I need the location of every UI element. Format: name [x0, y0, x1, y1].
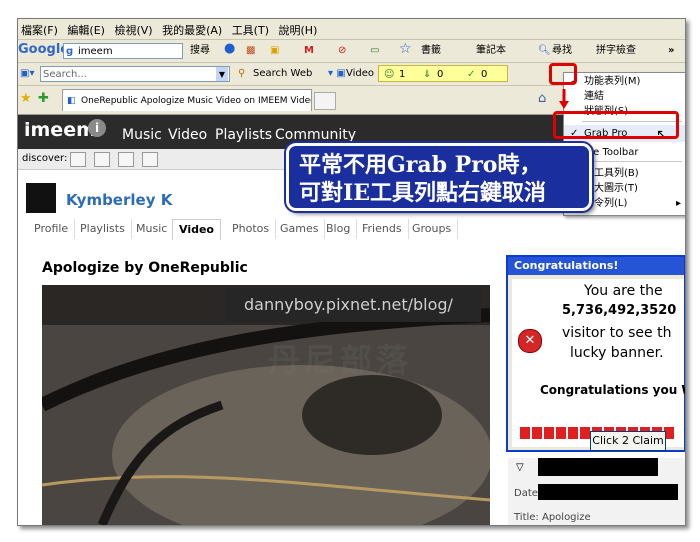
banner-title: Congratulations!: [508, 257, 684, 275]
collapse-arrow-icon[interactable]: ▽: [516, 462, 524, 473]
imeem-counters: ☺ 1 ⇓ 0 ✓ 0: [378, 65, 508, 82]
nav-video[interactable]: Video: [168, 127, 207, 143]
imeem-logo[interactable]: imeem: [24, 119, 96, 141]
tab-friends[interactable]: Friends: [356, 219, 409, 239]
tab-video[interactable]: Video: [172, 219, 221, 240]
page-icon: ◧: [67, 96, 76, 106]
menu-tools[interactable]: 工具(T): [232, 19, 275, 38]
block-icon[interactable]: ⊘: [338, 43, 346, 59]
banner-line1: You are the: [584, 283, 663, 299]
video-icon: ▾ ▣: [328, 68, 346, 79]
notebook-button[interactable]: 筆記本: [476, 43, 506, 59]
download-icon: ⇓: [423, 69, 432, 80]
highlight-grab-pro: [553, 111, 679, 139]
google-search-input[interactable]: g imeem: [63, 43, 183, 59]
tab-playlists[interactable]: Playlists: [74, 219, 132, 239]
tab-profile[interactable]: Profile: [28, 219, 76, 239]
imeem-toolbar-icon[interactable]: ▣▾: [20, 66, 34, 82]
pointer-arrow: [559, 89, 569, 109]
profile-name[interactable]: Kymberley K: [66, 191, 172, 209]
star-icon[interactable]: ☆: [399, 41, 412, 57]
favorites-star-icon[interactable]: ★: [20, 91, 32, 107]
banner-line4: Congratulations you W: [540, 383, 686, 397]
date-label: Date: [514, 488, 538, 499]
discover-people-icon[interactable]: [118, 152, 134, 167]
google-search-value: imeem: [78, 46, 113, 57]
check-count[interactable]: 0: [481, 66, 487, 83]
google-g-icon: g: [66, 46, 74, 57]
banner-line3: lucky banner.: [570, 345, 664, 361]
video-info-panel: ▽ Date Title: Apologize: [508, 458, 685, 525]
tab-imeem-video[interactable]: ◧ OneRepublic Apologize Music Video on I…: [62, 89, 312, 111]
claim-button[interactable]: Click 2 Claim: [590, 431, 666, 451]
menu-view[interactable]: 檢視(V): [114, 19, 158, 38]
browser-window: 檔案(F) 編輯(E) 檢視(V) 我的最愛(A) 工具(T) 說明(H) Go…: [17, 18, 686, 526]
search-web-button[interactable]: Search Web: [253, 66, 312, 82]
banner-body: ✕ You are the 5,736,492,3520 visitor to …: [512, 279, 686, 447]
submenu-arrow-icon: ▸: [676, 198, 682, 209]
spellcheck-button[interactable]: 拼字檢查: [596, 43, 636, 59]
banner-number: 5,736,492,3520: [562, 303, 677, 318]
info-icon[interactable]: i: [88, 119, 106, 137]
tab-games[interactable]: Games: [274, 219, 326, 239]
blog-watermark: 丹尼部落: [268, 341, 413, 379]
menu-favorites[interactable]: 我的最愛(A): [162, 19, 228, 38]
redacted-title: [538, 458, 658, 476]
check-icon: ✓: [467, 69, 476, 80]
blog-url-stamp: dannyboy.pixnet.net/blog/: [226, 288, 481, 322]
tab-groups[interactable]: Groups: [406, 219, 459, 239]
video-title: Apologize by OneRepublic: [42, 260, 248, 276]
dropdown-arrow-icon[interactable]: ▼: [216, 67, 228, 81]
video-button[interactable]: Video: [346, 66, 374, 82]
people-icon: ☺: [384, 69, 395, 80]
new-tab-button[interactable]: [314, 92, 336, 110]
autofill-icon[interactable]: ▭: [370, 43, 379, 59]
imeem-search-input[interactable]: Search... ▼: [40, 66, 230, 82]
google-logo: Google: [18, 42, 70, 57]
globe-icon[interactable]: ●: [224, 41, 235, 57]
nav-playlists[interactable]: Playlists: [215, 127, 272, 143]
callout-line2: 可對IE工具列點右鍵取消: [299, 180, 547, 206]
gmail-icon[interactable]: M: [304, 43, 314, 59]
google-toolbar: Google g imeem 搜尋 ● ▩ ▣ M ⊘ ▭ ☆ 書籤 筆記本 🔍…: [18, 40, 685, 63]
menu-bar: 檔案(F) 編輯(E) 檢視(V) 我的最愛(A) 工具(T) 說明(H): [18, 19, 685, 40]
highlight-toolbar-spot: [549, 63, 577, 85]
redacted-date: [538, 484, 678, 500]
annotation-callout: 平常不用Grab Pro時， 可對IE工具列點右鍵取消: [284, 141, 594, 213]
discover-music-icon[interactable]: [70, 152, 86, 167]
imeem-search-placeholder: Search...: [43, 69, 87, 80]
find-button[interactable]: 尋找: [552, 43, 572, 59]
pagerank-icon[interactable]: ▩: [246, 43, 255, 59]
find-icon: 🔍︎: [538, 45, 551, 56]
tab-title: OneRepublic Apologize Music Video on IME…: [81, 96, 312, 106]
error-x-icon[interactable]: ✕: [518, 329, 542, 353]
discover-label: discover:: [22, 153, 68, 164]
popup-blocker-icon[interactable]: ▣: [270, 43, 279, 59]
nav-music[interactable]: Music: [122, 127, 162, 143]
avatar[interactable]: [26, 183, 56, 213]
congrats-banner[interactable]: Congratulations! ✕ You are the 5,736,492…: [506, 255, 686, 452]
tab-photos[interactable]: Photos: [226, 219, 277, 239]
menu-edit[interactable]: 編輯(E): [67, 19, 111, 38]
tab-music[interactable]: Music: [130, 219, 175, 239]
add-favorites-icon[interactable]: ✚: [38, 91, 49, 107]
tab-blog[interactable]: Blog: [320, 219, 358, 239]
callout-line1: 平常不用Grab Pro時，: [299, 152, 542, 178]
home-icon[interactable]: ⌂: [538, 91, 546, 107]
discover-photo-icon[interactable]: [94, 152, 110, 167]
more-chevron-icon[interactable]: »: [668, 43, 674, 59]
download-count[interactable]: 0: [437, 66, 443, 83]
menu-help[interactable]: 說明(H): [279, 19, 324, 38]
ctx-separator: [582, 161, 682, 162]
banner-line2: visitor to see th: [562, 325, 672, 341]
bookmarks-button[interactable]: 書籤: [421, 43, 441, 59]
search-web-icon: ⚲: [238, 68, 246, 79]
google-search-button[interactable]: 搜尋: [190, 43, 210, 59]
people-count[interactable]: 1: [399, 66, 405, 83]
discover-video-icon[interactable]: [142, 152, 158, 167]
side-title: Title: Apologize: [514, 512, 591, 523]
nav-community[interactable]: Community: [275, 127, 356, 143]
menu-file[interactable]: 檔案(F): [18, 19, 64, 38]
